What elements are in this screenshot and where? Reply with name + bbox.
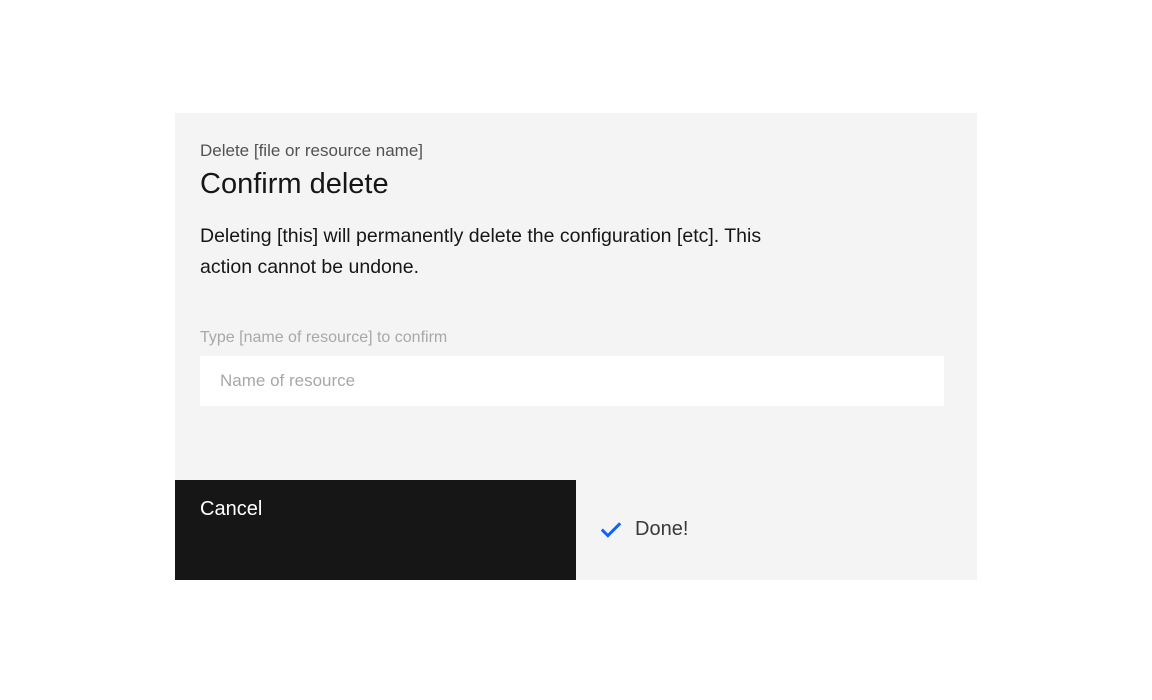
confirm-delete-modal: Delete [file or resource name] Confirm d… xyxy=(175,113,977,580)
confirm-field-label: Type [name of resource] to confirm xyxy=(200,329,945,347)
confirm-resource-input[interactable] xyxy=(200,356,944,406)
cancel-button[interactable]: Cancel xyxy=(175,480,576,580)
modal-footer: Cancel Done! xyxy=(175,480,977,580)
done-status: Done! xyxy=(576,480,977,580)
modal-description: Deleting [this] will permanently delete … xyxy=(200,221,780,281)
checkmark-icon xyxy=(601,520,621,540)
done-label: Done! xyxy=(635,518,688,541)
modal-eyebrow: Delete [file or resource name] xyxy=(200,139,945,164)
modal-title: Confirm delete xyxy=(200,166,945,204)
